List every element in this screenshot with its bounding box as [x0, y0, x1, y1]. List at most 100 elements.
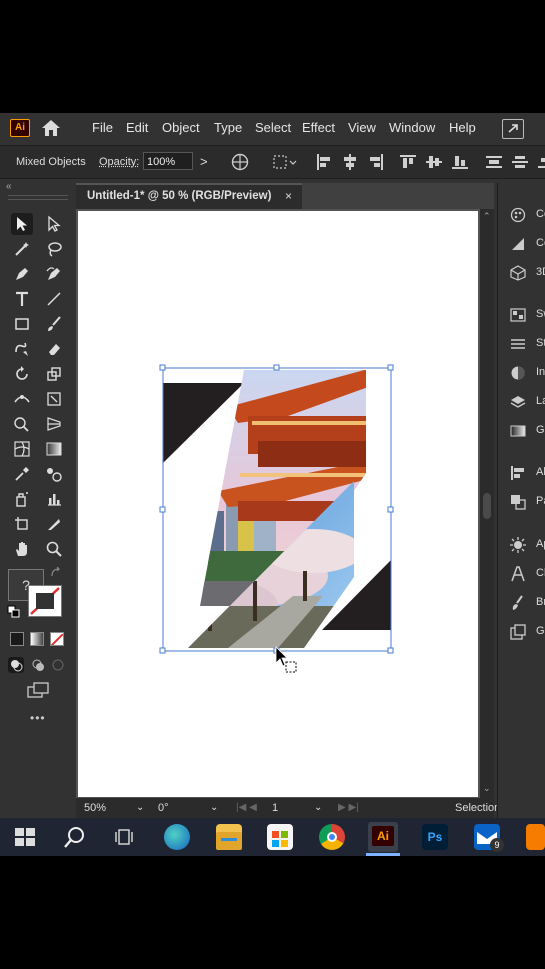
free-transform-tool[interactable]	[43, 388, 65, 410]
zoom-level[interactable]: 50%	[84, 802, 106, 814]
artboard-dropdown-icon[interactable]: ⌄	[314, 802, 322, 813]
selection-tool[interactable]	[11, 213, 33, 235]
draw-normal-button[interactable]	[8, 657, 24, 673]
change-screen-mode-icon[interactable]	[26, 681, 50, 699]
panel-character[interactable]: Ch	[508, 564, 545, 584]
artwork[interactable]	[78, 211, 478, 797]
artboard[interactable]	[78, 211, 478, 797]
blend-tool[interactable]	[43, 463, 65, 485]
edge-browser-icon[interactable]	[164, 824, 190, 850]
panel-pathfinder[interactable]: Pa	[508, 492, 545, 512]
last-artboard-icon[interactable]: ▶ ▶|	[338, 802, 359, 813]
eyedropper-tool[interactable]	[11, 463, 33, 485]
shaper-tool[interactable]	[11, 338, 33, 360]
panel-3d[interactable]: 3D	[508, 263, 545, 283]
perspective-grid-tool[interactable]	[43, 413, 65, 435]
gradient-tool[interactable]	[43, 438, 65, 460]
panel-appearance[interactable]: Ap	[508, 535, 545, 555]
panel-layers[interactable]: La	[508, 392, 545, 412]
scale-tool[interactable]	[43, 363, 65, 385]
rotation-value[interactable]: 0°	[158, 802, 169, 814]
file-explorer-icon[interactable]	[216, 824, 242, 850]
curvature-tool[interactable]	[43, 263, 65, 285]
home-icon[interactable]	[40, 118, 62, 138]
share-icon[interactable]	[502, 119, 524, 139]
document-tab[interactable]: Untitled-1* @ 50 % (RGB/Preview) ×	[76, 183, 302, 209]
menu-edit[interactable]: Edit	[126, 120, 148, 135]
shape-builder-tool[interactable]	[11, 413, 33, 435]
draw-inside-icon[interactable]	[50, 657, 66, 673]
distribute-center-icon[interactable]	[512, 154, 528, 170]
zoom-dropdown-icon[interactable]: ⌄	[136, 802, 144, 813]
microsoft-store-icon[interactable]	[267, 824, 293, 850]
panel-stroke[interactable]: St	[508, 334, 545, 354]
column-graph-tool[interactable]	[43, 488, 65, 510]
lasso-tool[interactable]	[43, 238, 65, 260]
color-mode-button[interactable]	[10, 632, 24, 646]
distribute-vertical-icon[interactable]	[486, 154, 502, 170]
none-mode-button[interactable]	[50, 632, 64, 646]
toolbar-grip[interactable]	[8, 195, 68, 200]
gradient-mode-button[interactable]	[30, 632, 44, 646]
panel-align[interactable]: Al	[508, 463, 545, 483]
align-right-icon[interactable]	[368, 154, 384, 170]
direct-selection-tool[interactable]	[43, 213, 65, 235]
rotation-dropdown-icon[interactable]: ⌄	[210, 802, 218, 813]
menu-select[interactable]: Select	[255, 120, 291, 135]
magic-wand-tool[interactable]	[11, 238, 33, 260]
panel-gradient[interactable]: Gr	[508, 421, 545, 441]
mesh-tool[interactable]	[11, 438, 33, 460]
paintbrush-tool[interactable]	[43, 313, 65, 335]
rotate-tool[interactable]	[11, 363, 33, 385]
partial-app-icon[interactable]	[526, 824, 545, 850]
panel-graphic-styles[interactable]: Gr	[508, 622, 545, 642]
collapse-panel-button[interactable]: «	[6, 181, 12, 192]
slice-tool[interactable]	[43, 513, 65, 535]
scroll-thumb[interactable]	[483, 493, 491, 519]
windows-start-icon[interactable]	[15, 828, 35, 846]
menu-help[interactable]: Help	[449, 120, 476, 135]
panel-color[interactable]: Co	[508, 205, 545, 225]
panel-swatches[interactable]: Sw	[508, 305, 545, 325]
distribute-bottom-icon[interactable]	[538, 154, 545, 170]
menu-effect[interactable]: Effect	[302, 120, 335, 135]
symbol-sprayer-tool[interactable]	[11, 488, 33, 510]
line-segment-tool[interactable]	[43, 288, 65, 310]
menu-type[interactable]: Type	[214, 120, 242, 135]
close-tab-icon[interactable]: ×	[285, 189, 292, 203]
stroke-swatch[interactable]	[28, 585, 62, 617]
illustrator-taskbar-button[interactable]: Ai	[368, 822, 398, 852]
photoshop-app-icon[interactable]: Ps	[422, 824, 448, 850]
edit-toolbar-button[interactable]: •••	[30, 711, 46, 725]
swap-fill-stroke-icon[interactable]	[50, 567, 62, 579]
menu-view[interactable]: View	[348, 120, 376, 135]
chrome-browser-icon[interactable]	[319, 824, 345, 850]
opacity-more-button[interactable]: >	[200, 154, 208, 169]
mail-app-icon[interactable]: 9	[474, 824, 504, 852]
panel-image-trace[interactable]: In	[508, 363, 545, 383]
scroll-up-icon[interactable]: ⌃	[483, 211, 491, 222]
menu-object[interactable]: Object	[162, 120, 200, 135]
artboard-number[interactable]: 1	[272, 802, 278, 814]
menu-window[interactable]: Window	[389, 120, 435, 135]
eraser-tool[interactable]	[43, 338, 65, 360]
zoom-tool[interactable]	[43, 538, 65, 560]
panel-brushes[interactable]: Br	[508, 593, 545, 613]
recolor-artwork-icon[interactable]	[231, 153, 249, 171]
scroll-down-icon[interactable]: ⌄	[483, 783, 491, 794]
pen-tool[interactable]	[11, 263, 33, 285]
artboard-tool[interactable]	[11, 513, 33, 535]
first-artboard-icon[interactable]: |◀ ◀	[236, 802, 257, 813]
vertical-scrollbar[interactable]: ⌃ ⌄	[480, 209, 494, 798]
task-view-icon[interactable]	[114, 827, 134, 847]
align-horizontal-center-icon[interactable]	[342, 154, 358, 170]
align-left-icon[interactable]	[316, 154, 332, 170]
panel-color-guide[interactable]: Co	[508, 234, 545, 254]
type-tool[interactable]	[11, 288, 33, 310]
menu-file[interactable]: File	[92, 120, 113, 135]
rectangle-tool[interactable]	[11, 313, 33, 335]
width-tool[interactable]	[11, 388, 33, 410]
canvas[interactable]	[76, 209, 480, 798]
draw-behind-icon[interactable]	[30, 657, 46, 673]
search-icon[interactable]	[63, 825, 87, 849]
